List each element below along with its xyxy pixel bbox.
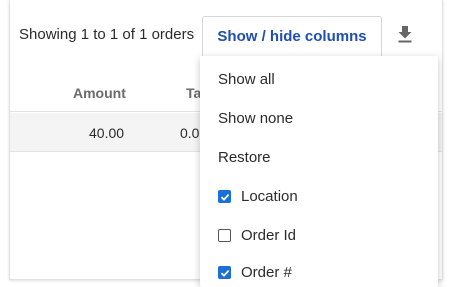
cell-amount: 40.00: [89, 125, 125, 141]
column-toggle-label: Order #: [241, 264, 292, 281]
show-hide-columns-button[interactable]: Show / hide columns: [202, 16, 382, 56]
order-number-checkbox[interactable]: [218, 266, 231, 279]
column-toggle-location[interactable]: Location: [218, 188, 298, 205]
pagination-summary: Showing 1 to 1 of 1 orders: [19, 26, 195, 43]
location-checkbox[interactable]: [218, 190, 231, 203]
cell-tax: 0.0: [180, 125, 200, 141]
column-toggle-order-id[interactable]: Order Id: [218, 227, 296, 244]
columns-dropdown-menu: Show all Show none Restore Location Orde…: [200, 56, 438, 287]
column-toggle-label: Location: [241, 188, 298, 205]
order-id-checkbox[interactable]: [218, 229, 231, 242]
check-icon: [220, 269, 229, 277]
column-header-amount[interactable]: Amount: [73, 85, 126, 101]
column-toggle-label: Order Id: [241, 227, 297, 244]
toolbar: Showing 1 to 1 of 1 orders Show / hide c…: [10, 0, 442, 56]
download-icon[interactable]: [396, 24, 414, 44]
menu-item-show-all[interactable]: Show all: [218, 71, 275, 88]
check-icon: [220, 193, 229, 201]
column-toggle-order-number[interactable]: Order #: [218, 264, 292, 281]
menu-item-restore[interactable]: Restore: [218, 149, 271, 166]
menu-item-show-none[interactable]: Show none: [218, 110, 293, 127]
